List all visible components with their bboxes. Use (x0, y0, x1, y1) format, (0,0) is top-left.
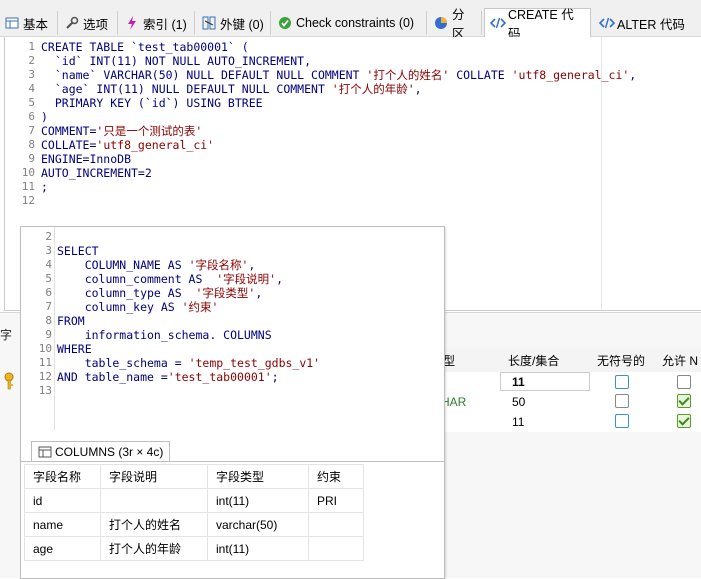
unsigned-checkbox[interactable] (615, 394, 629, 408)
result-cell[interactable]: age (24, 536, 101, 561)
check-circle-icon (278, 16, 292, 30)
result-header[interactable]: 字段名称 (24, 464, 101, 489)
grid-header: 型 长度/集合 无符号的 允许 N (440, 348, 701, 373)
result-cell[interactable]: id (24, 488, 101, 513)
grid-cell-length[interactable]: 11 (512, 375, 525, 389)
tab-label: 外键 (0) (220, 17, 264, 32)
allow-null-checkbox[interactable] (677, 394, 691, 408)
table-row: id int(11) PRI (24, 488, 364, 513)
tab-alter-code[interactable]: ALTER 代码 (594, 11, 698, 35)
code-icon (598, 16, 616, 30)
table-icon (38, 445, 52, 459)
allow-null-checkbox[interactable] (677, 375, 691, 389)
tab-check-constraints[interactable]: Check constraints (0) (273, 11, 427, 35)
result-tab[interactable]: COLUMNS (3r × 4c) (31, 441, 171, 462)
result-header-row: 字段名称 字段说明 字段类型 约束 (24, 464, 364, 489)
tab-label: 索引 (1) (143, 17, 187, 32)
result-cell[interactable] (308, 512, 364, 537)
sql-query-panel: 2 3 SELECT 4 COLUMN_NAME AS '字段名称', 5 col… (20, 226, 445, 579)
result-cell[interactable]: int(11) (207, 536, 309, 561)
result-cell[interactable]: PRI (308, 488, 364, 513)
tab-label: ALTER 代码 (617, 17, 685, 32)
tab-label: Check constraints (0) (296, 16, 415, 30)
result-cell[interactable]: varchar(50) (207, 512, 309, 537)
result-cell[interactable]: name (24, 512, 101, 537)
result-cell[interactable]: int(11) (207, 488, 309, 513)
line-number-gutter (54, 227, 55, 430)
table-row: age 打个人的年龄 int(11) (24, 536, 364, 561)
primary-key-icon (0, 372, 20, 390)
result-cell[interactable] (100, 488, 208, 513)
result-header[interactable]: 字段类型 (207, 464, 309, 489)
result-header[interactable]: 字段说明 (100, 464, 208, 489)
tab-label: 基本 (23, 17, 49, 32)
foreign-key-icon (202, 16, 216, 30)
tab-options[interactable]: 选项 (60, 11, 118, 35)
result-cell[interactable]: 打个人的年龄 (100, 536, 208, 561)
tab-create-code[interactable]: CREATE 代码 (484, 8, 591, 41)
result-cell[interactable] (308, 536, 364, 561)
result-table: 字段名称 字段说明 字段类型 约束 id int(11) PRI name 打个… (24, 464, 364, 561)
result-header[interactable]: 约束 (308, 464, 364, 489)
result-cell[interactable]: 打个人的姓名 (100, 512, 208, 537)
grid-header-unsigned: 无符号的 (597, 354, 646, 368)
grid-left-fragment: 字 (0, 328, 13, 342)
result-tab-divider (21, 461, 444, 462)
tab-label: 选项 (83, 17, 109, 32)
wrench-icon (65, 16, 79, 30)
lightning-icon (125, 16, 139, 30)
grid-cell-length[interactable]: 50 (512, 395, 525, 409)
pie-chart-icon (434, 16, 448, 30)
tab-partitions[interactable]: 分区 (429, 8, 482, 41)
table-row: name 打个人的姓名 varchar(50) (24, 512, 364, 537)
result-tab-label: COLUMNS (3r × 4c) (55, 445, 164, 459)
grid-header-allow-null: 允许 N (662, 354, 699, 368)
unsigned-checkbox[interactable] (615, 375, 629, 389)
tab-bar: 基本 选项 索引 (1) 外键 (0) Check constraints (0… (0, 0, 701, 41)
allow-null-checkbox[interactable] (677, 414, 691, 428)
tab-foreign-keys[interactable]: 外键 (0) (197, 11, 271, 35)
code-icon (489, 16, 507, 30)
unsigned-checkbox[interactable] (615, 414, 629, 428)
tab-basic[interactable]: 基本 (0, 11, 58, 35)
table-icon (5, 16, 19, 30)
grid-cell-length[interactable]: 11 (512, 415, 524, 429)
tab-indexes[interactable]: 索引 (1) (120, 11, 195, 35)
grid-header-length: 长度/集合 (508, 354, 560, 368)
